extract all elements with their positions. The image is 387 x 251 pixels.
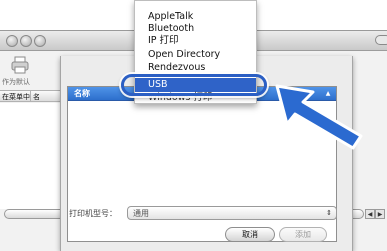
toolbar-default-label: 作为默认 [2, 78, 30, 86]
menu-item-appletalk[interactable]: AppleTalk [135, 11, 256, 23]
column-in-menu[interactable]: 在菜单中 [2, 92, 30, 102]
toolbar-toggle-button[interactable] [375, 35, 387, 45]
printer-type-row: 打印机型号： 通用 ⇕ [69, 206, 343, 220]
menu-item-rendezvous[interactable]: Rendezvous [135, 62, 256, 74]
printer-icon[interactable] [10, 55, 30, 75]
toolbar: 作为默认 [0, 52, 60, 92]
scroll-right-icon[interactable]: ▶ [375, 209, 385, 219]
printer-list[interactable] [0, 103, 60, 209]
minimize-window-button[interactable] [20, 35, 32, 47]
menu-item-ip-printing[interactable]: IP 打印 [135, 35, 256, 47]
printer-list-header: 在菜单中 名 [0, 90, 60, 102]
add-button[interactable]: 添加 [279, 227, 327, 242]
printer-type-value: 通用 [133, 209, 149, 218]
printer-type-select[interactable]: 通用 ⇕ [127, 206, 337, 220]
column-divider [30, 91, 31, 102]
stepper-icon: ⇕ [326, 209, 332, 217]
scroll-left-icon[interactable]: ◀ [365, 209, 375, 219]
zoom-window-button[interactable] [34, 35, 46, 47]
column-name[interactable]: 名 [33, 92, 40, 102]
cancel-button[interactable]: 取消 [225, 227, 275, 242]
menu-item-open-directory[interactable]: Open Directory [135, 49, 256, 61]
usb-highlight-ring [121, 74, 267, 96]
pointer-arrow-icon [275, 84, 363, 150]
column-name-header[interactable]: 名称 [74, 88, 90, 99]
close-window-button[interactable] [6, 35, 18, 47]
menu-item-bluetooth[interactable]: Bluetooth [135, 23, 256, 35]
printer-type-label: 打印机型号： [69, 209, 117, 218]
